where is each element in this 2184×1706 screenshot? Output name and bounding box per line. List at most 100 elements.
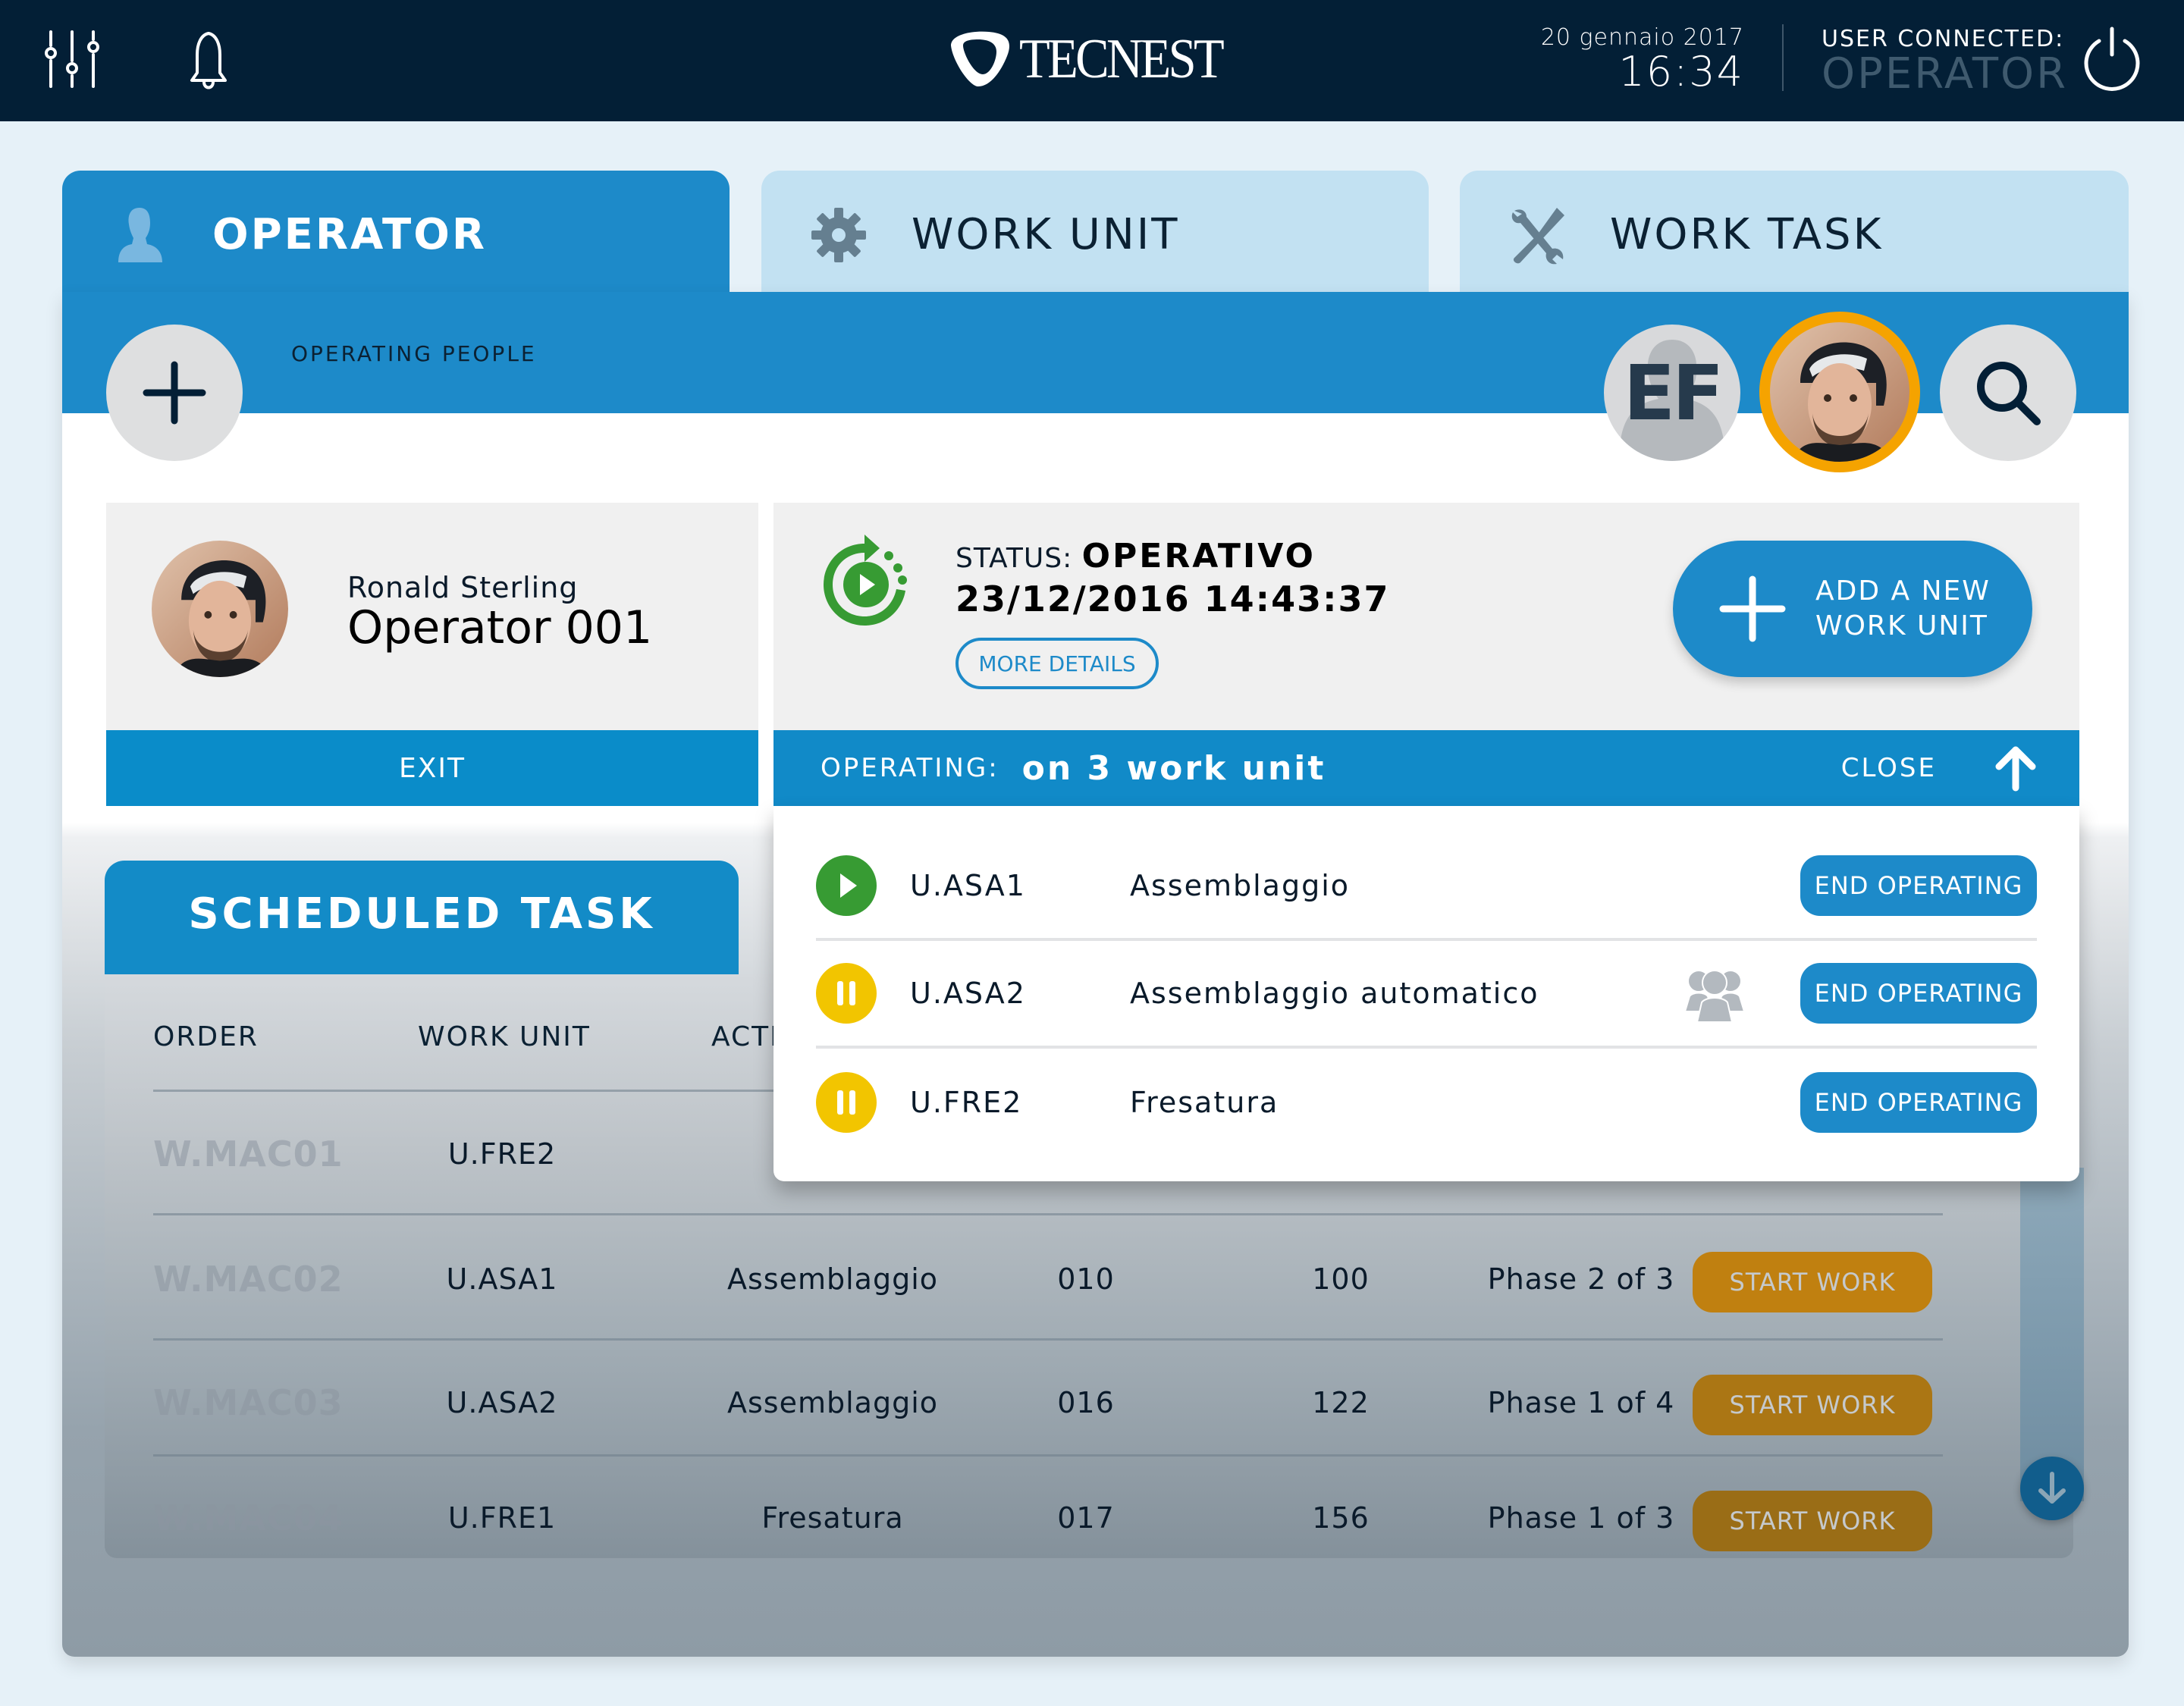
operating-people-label: OPERATING PEOPLE	[291, 341, 537, 366]
more-details-button[interactable]: MORE DETAILS	[956, 638, 1159, 689]
tab-label: WORK UNIT	[912, 210, 1180, 259]
operator-code: Operator 001	[347, 601, 653, 654]
quantity-cell: 156	[1312, 1501, 1370, 1535]
activity-cell: Assemblaggio	[727, 1386, 938, 1419]
paused-status-icon	[816, 1072, 877, 1133]
operator-avatar	[152, 541, 288, 677]
work-unit-code: U.ASA1	[910, 869, 1026, 902]
start-work-button[interactable]: START WORK	[1693, 1375, 1932, 1435]
logo-text: TECNEST	[1019, 28, 1225, 90]
column-header-work-unit: WORK UNIT	[418, 1021, 591, 1052]
team-icon	[1684, 970, 1746, 1023]
work-unit-row: U.FRE2 Fresatura END OPERATING	[816, 1049, 2037, 1156]
order-cell: W.MAC03	[153, 1382, 344, 1423]
activity-cell: Fresatura	[761, 1501, 904, 1535]
end-operating-button[interactable]: END OPERATING	[1800, 855, 2037, 916]
search-icon	[1977, 362, 2041, 425]
phase-cell: Phase 2 of 3	[1487, 1262, 1675, 1296]
order-cell: W.MAC01	[153, 1134, 344, 1174]
code-cell: 017	[1057, 1501, 1115, 1535]
work-unit-cell: U.FRE1	[447, 1501, 557, 1535]
tab-label: OPERATOR	[212, 210, 487, 259]
work-unit-description: Fresatura	[1130, 1086, 1279, 1119]
work-unit-cell: U.ASA1	[446, 1262, 558, 1296]
quantity-cell: 100	[1312, 1262, 1370, 1296]
work-unit-code: U.FRE2	[910, 1086, 1023, 1119]
scroll-down-button[interactable]	[2020, 1457, 2084, 1520]
current-time: 16:34	[1618, 48, 1744, 96]
user-connected: USER CONNECTED: OPERATOR	[1822, 26, 2068, 97]
row-divider	[153, 1454, 1943, 1457]
header-divider	[1782, 24, 1784, 91]
tab-operator[interactable]: OPERATOR	[62, 171, 730, 299]
status-datetime: 23/12/2016 14:43:37	[956, 579, 1390, 619]
avatar-ef[interactable]: EF	[1604, 325, 1740, 461]
tab-work-unit[interactable]: WORK UNIT	[761, 171, 1429, 299]
work-unit-code: U.ASA2	[910, 977, 1026, 1010]
end-operating-button[interactable]: END OPERATING	[1800, 963, 2037, 1024]
work-unit-row: U.ASA1 Assemblaggio END OPERATING	[816, 833, 2037, 941]
tab-work-task[interactable]: WORK TASK	[1460, 171, 2129, 299]
column-header-order: ORDER	[153, 1021, 259, 1052]
search-button[interactable]	[1940, 325, 2076, 461]
column-header-activity: ACTI	[711, 1021, 780, 1052]
gear-icon	[811, 208, 866, 262]
work-unit-description: Assemblaggio automatico	[1130, 977, 1539, 1010]
arrow-up-icon[interactable]	[1991, 744, 2040, 792]
paused-status-icon	[816, 963, 877, 1024]
close-button[interactable]: CLOSE	[1841, 753, 1937, 783]
work-unit-cell: U.FRE2	[447, 1137, 557, 1171]
end-operating-button[interactable]: END OPERATING	[1800, 1072, 2037, 1133]
start-work-button[interactable]: START WORK	[1693, 1491, 1932, 1551]
operating-units-popup: U.ASA1 Assemblaggio END OPERATING U.ASA2…	[774, 806, 2079, 1181]
add-person-button[interactable]	[106, 325, 243, 461]
status-value: OPERATIVO	[1081, 537, 1316, 575]
tools-icon	[1511, 208, 1564, 265]
sliders-icon[interactable]	[42, 29, 102, 89]
exit-button[interactable]: EXIT	[106, 730, 758, 806]
work-unit-cell: U.ASA2	[446, 1386, 558, 1419]
tecnest-logo: TECNEST	[948, 29, 1244, 89]
datetime: 20 gennaio 2017 16:34	[1541, 24, 1744, 94]
avatar-initials: EF	[1623, 348, 1724, 437]
add-work-unit-label: ADD A NEW WORK UNIT	[1815, 574, 1991, 644]
operating-bar: OPERATING: on 3 work unit CLOSE	[774, 730, 2079, 806]
operating-label: OPERATING:	[821, 753, 999, 783]
order-cell: W.MAC02	[153, 1259, 344, 1300]
phase-cell: Phase 1 of 4	[1487, 1386, 1675, 1419]
current-date: 20 gennaio 2017	[1540, 24, 1744, 51]
status-card: STATUS: OPERATIVO 23/12/2016 14:43:37 MO…	[774, 503, 2079, 730]
user-role: OPERATOR	[1822, 49, 2069, 99]
power-icon[interactable]	[2078, 26, 2146, 94]
operator-photo	[1770, 322, 1909, 462]
logo-mark-icon	[951, 31, 1009, 86]
bell-icon[interactable]	[178, 29, 239, 93]
operator-name: Ronald Sterling	[347, 571, 579, 604]
person-icon	[118, 208, 162, 262]
work-unit-row: U.ASA2 Assemblaggio automatico END OPERA…	[816, 941, 2037, 1049]
code-cell: 010	[1057, 1262, 1115, 1296]
row-divider	[153, 1338, 1943, 1341]
avatar-selected[interactable]	[1759, 312, 1920, 472]
operating-status-icon	[824, 535, 907, 626]
plus-icon	[1719, 575, 1786, 642]
operator-card: Ronald Sterling Operator 001	[106, 503, 758, 730]
add-work-unit-line1: ADD A NEW	[1815, 575, 1991, 607]
start-work-button[interactable]: START WORK	[1693, 1252, 1932, 1312]
operating-value: on 3 work unit	[1021, 748, 1326, 788]
status-label: STATUS:	[956, 543, 1073, 574]
top-bar: TECNEST 20 gennaio 2017 16:34 USER CONNE…	[0, 0, 2184, 121]
quantity-cell: 122	[1312, 1386, 1370, 1419]
arrow-down-icon	[2038, 1472, 2066, 1504]
work-unit-description: Assemblaggio	[1130, 869, 1350, 902]
running-status-icon	[816, 855, 877, 916]
tab-label: WORK TASK	[1610, 210, 1884, 259]
row-divider	[153, 1213, 1943, 1215]
user-connected-label: USER CONNECTED:	[1822, 26, 2065, 52]
order-cell: W.MAC04	[153, 1497, 344, 1538]
add-work-unit-line2: WORK UNIT	[1815, 610, 1988, 641]
scrollbar-track[interactable]	[2020, 1168, 2084, 1501]
status-line: STATUS: OPERATIVO	[956, 537, 1316, 575]
add-work-unit-button[interactable]: ADD A NEW WORK UNIT	[1673, 541, 2032, 677]
plus-icon	[143, 361, 206, 425]
